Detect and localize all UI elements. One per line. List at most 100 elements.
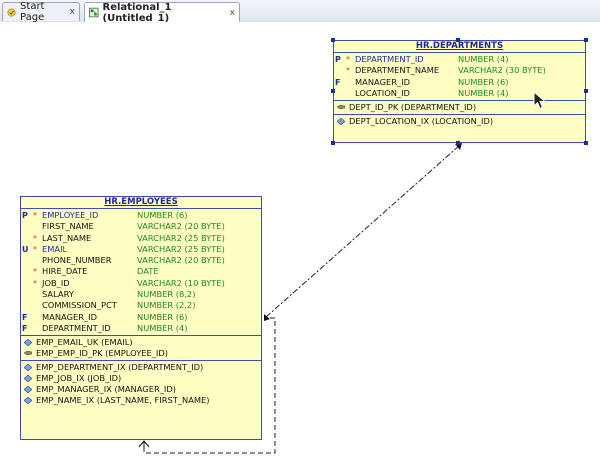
tab-relational-model-label: Relational_1 (Untitled_1) <box>102 1 172 24</box>
column-type: VARCHAR2 (20 BYTE) <box>137 221 225 232</box>
column-name: EMAIL <box>42 243 68 254</box>
column-row[interactable]: P * EMPLOYEE_ID NUMBER (6) <box>21 210 261 221</box>
primary-key-icon <box>24 351 32 356</box>
column-name: HIRE_DATE <box>42 266 88 277</box>
column-type: NUMBER (4) <box>458 54 509 64</box>
selection-handle[interactable] <box>584 38 588 42</box>
table-departments-title: HR.DEPARTMENTS <box>334 41 585 53</box>
column-constraint-flag: F <box>22 323 28 333</box>
index-row[interactable]: EMP_DEPARTMENT_IX (DEPARTMENT_ID) <box>21 362 261 373</box>
column-type: VARCHAR2 (25 BYTE) <box>137 232 225 243</box>
key-row[interactable]: EMP_EMAIL_UK (EMAIL) <box>21 337 261 348</box>
selection-handle[interactable] <box>584 89 588 93</box>
index-icon <box>24 397 32 405</box>
table-employees-keys: EMP_EMAIL_UK (EMAIL) EMP_EMP_ID_PK (EMPLO… <box>21 336 261 362</box>
column-constraint-flag: U <box>22 244 29 254</box>
mandatory-marker: * <box>33 211 37 220</box>
column-row[interactable]: * JOB_ID VARCHAR2 (10 BYTE) <box>21 278 261 289</box>
relational-model-icon <box>89 7 99 18</box>
index-icon <box>24 364 32 372</box>
key-text: EMP_EMP_ID_PK (EMPLOYEE_ID) <box>36 348 168 359</box>
tab-start-page-label: Start Page <box>20 1 45 23</box>
column-constraint-flag: F <box>335 77 341 87</box>
column-type: NUMBER (4) <box>137 322 188 333</box>
column-name: MANAGER_ID <box>42 311 97 322</box>
selection-handle[interactable] <box>331 89 335 93</box>
column-row[interactable]: F MANAGER_ID NUMBER (6) <box>21 312 261 323</box>
table-employees-columns: P * EMPLOYEE_ID NUMBER (6) FIRST_NAME VARCHAR… <box>21 209 261 337</box>
column-name: FIRST_NAME <box>42 221 94 232</box>
table-departments-indexes: DEPT_LOCATION_IX (LOCATION_ID) <box>334 115 585 128</box>
column-type: NUMBER (2,2) <box>137 300 196 311</box>
column-name: JOB_ID <box>42 277 70 288</box>
primary-key-icon <box>337 104 345 110</box>
index-icon <box>337 118 345 126</box>
column-row[interactable]: * DEPARTMENT_NAME VARCHAR2 (30 BYTE) <box>334 65 585 76</box>
fk-employees-departments-line <box>265 144 461 318</box>
mandatory-marker: * <box>33 267 37 277</box>
table-employees-indexes: EMP_DEPARTMENT_IX (DEPARTMENT_ID) EMP_JOB… <box>21 361 261 407</box>
index-row[interactable]: EMP_NAME_IX (LAST_NAME, FIRST_NAME) <box>21 395 261 406</box>
tab-relational-model-close-icon[interactable]: x <box>230 8 235 18</box>
column-type: VARCHAR2 (10 BYTE) <box>137 277 225 288</box>
column-name: MANAGER_ID <box>355 76 410 87</box>
mandatory-marker: * <box>33 244 37 254</box>
index-row[interactable]: EMP_MANAGER_IX (MANAGER_ID) <box>21 384 261 395</box>
column-row[interactable]: SALARY NUMBER (8,2) <box>21 289 261 300</box>
mandatory-marker: * <box>33 233 37 243</box>
column-type: NUMBER (6) <box>137 210 188 220</box>
start-page-icon <box>7 7 16 17</box>
tab-start-page[interactable]: Start Page x <box>2 1 80 23</box>
tab-relational-model[interactable]: Relational_1 (Untitled_1) x <box>84 1 240 24</box>
selection-handle[interactable] <box>584 141 588 145</box>
diagram-canvas[interactable]: HR.DEPARTMENTS P * DEPARTMENT_ID NUMBER (4)… <box>0 22 600 476</box>
column-type: DATE <box>137 266 159 277</box>
key-row[interactable]: EMP_EMP_ID_PK (EMPLOYEE_ID) <box>21 348 261 359</box>
mandatory-marker: * <box>33 278 37 288</box>
column-row[interactable]: F MANAGER_ID NUMBER (6) <box>334 77 585 88</box>
index-text: EMP_JOB_IX (JOB_ID) <box>36 373 122 384</box>
index-row[interactable]: EMP_JOB_IX (JOB_ID) <box>21 373 261 384</box>
unique-key-icon <box>24 339 32 347</box>
column-type: VARCHAR2 (25 BYTE) <box>137 243 225 254</box>
selection-handle[interactable] <box>331 38 335 42</box>
column-type: NUMBER (8,2) <box>137 289 196 300</box>
index-text: EMP_NAME_IX (LAST_NAME, FIRST_NAME) <box>36 395 210 406</box>
column-type: NUMBER (4) <box>458 87 509 98</box>
index-text: EMP_MANAGER_IX (MANAGER_ID) <box>36 384 176 395</box>
selection-handle[interactable] <box>456 141 460 145</box>
column-name: COMMISSION_PCT <box>42 300 117 311</box>
column-type: NUMBER (6) <box>137 311 188 322</box>
column-row[interactable]: P * DEPARTMENT_ID NUMBER (4) <box>334 54 585 65</box>
table-employees[interactable]: HR.EMPLOYEES P * EMPLOYEE_ID NUMBER (6) FIRS… <box>20 196 262 440</box>
table-employees-title: HR.EMPLOYEES <box>21 197 261 209</box>
column-row[interactable]: COMMISSION_PCT NUMBER (2,2) <box>21 300 261 311</box>
column-constraint-flag: P <box>335 55 341 64</box>
column-row[interactable]: * HIRE_DATE DATE <box>21 266 261 277</box>
tab-start-page-close-icon[interactable]: x <box>70 7 75 17</box>
column-type: VARCHAR2 (30 BYTE) <box>458 65 546 76</box>
column-name: EMPLOYEE_ID <box>42 210 99 220</box>
index-icon <box>24 386 32 394</box>
mouse-pointer-icon <box>533 91 547 110</box>
column-name: LAST_NAME <box>42 232 92 243</box>
column-constraint-flag: P <box>22 211 28 220</box>
column-name: DEPARTMENT_ID <box>355 54 424 64</box>
column-constraint-flag: F <box>22 312 28 322</box>
index-row[interactable]: DEPT_LOCATION_IX (LOCATION_ID) <box>334 116 585 127</box>
key-text: EMP_EMAIL_UK (EMAIL) <box>36 337 133 348</box>
column-type: VARCHAR2 (20 BYTE) <box>137 255 225 266</box>
column-row[interactable]: F DEPARTMENT_ID NUMBER (4) <box>21 323 261 334</box>
column-row[interactable]: FIRST_NAME VARCHAR2 (20 BYTE) <box>21 221 261 232</box>
column-name: LOCATION_ID <box>355 87 410 98</box>
column-row[interactable]: U * EMAIL VARCHAR2 (25 BYTE) <box>21 244 261 255</box>
fk-self-crowfoot-icon <box>138 440 150 449</box>
selection-handle[interactable] <box>456 38 460 42</box>
column-row[interactable]: PHONE_NUMBER VARCHAR2 (20 BYTE) <box>21 255 261 266</box>
mandatory-marker: * <box>346 55 350 64</box>
fk-employees-arrow-icon <box>264 314 270 321</box>
selection-handle[interactable] <box>331 141 335 145</box>
column-row[interactable]: * LAST_NAME VARCHAR2 (25 BYTE) <box>21 233 261 244</box>
index-text: EMP_DEPARTMENT_IX (DEPARTMENT_ID) <box>36 362 204 373</box>
column-name: SALARY <box>42 289 74 300</box>
